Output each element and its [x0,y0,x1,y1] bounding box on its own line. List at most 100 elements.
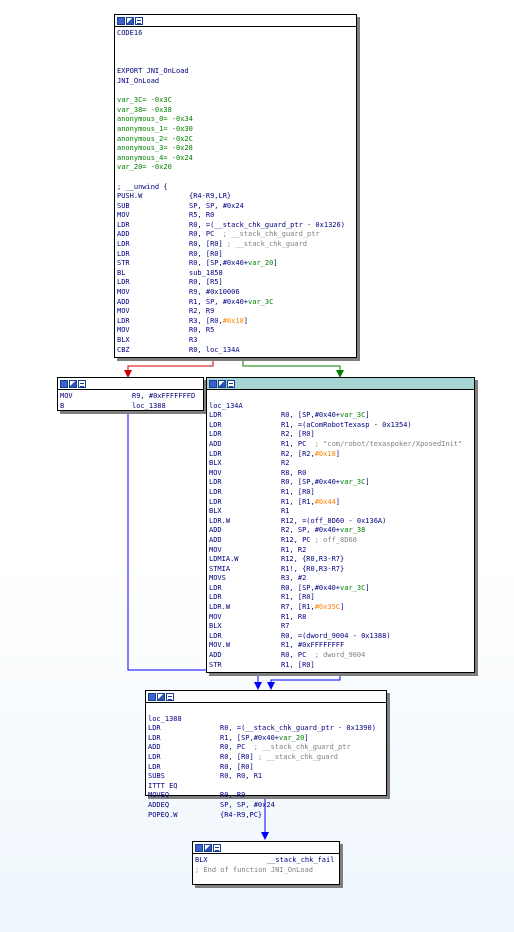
code-line[interactable]: LDR R0, [SP,#0x40+var_3C] [209,478,472,488]
graph-view-icon[interactable] [148,692,156,701]
code-line[interactable]: LDR R0, =(__stack_chk_guard_ptr - 0x1390) [148,724,384,734]
block-titlebar[interactable] [193,842,339,854]
stack-var-ref[interactable]: var_3C [340,411,365,419]
block-titlebar[interactable] [207,378,474,390]
block-loc-1388[interactable]: loc_1388 LDR R0, =(__stack_chk_guard_ptr -… [145,690,387,819]
block-titlebar[interactable] [146,691,386,703]
code-line[interactable]: ADD R1, PC ; "com/robot/texaspoker/Xposed… [209,440,472,450]
code-line[interactable]: anonymous_4= -0x24 [117,154,354,164]
code-line[interactable]: anonymous_1= -0x30 [117,125,354,135]
code-line[interactable]: MOV R9, #0xFFFFFFFD [60,392,201,402]
edit-icon[interactable] [126,16,134,25]
code-line[interactable]: LDR R1, [R0] [209,488,472,498]
code-line[interactable]: ; End of function JNI_OnLoad [195,866,337,876]
code-line[interactable]: MOV R1, R8 [209,613,472,623]
immediate-value[interactable]: #0x35C [315,603,340,611]
code-line[interactable]: ITTT EQ [148,782,384,792]
edit-icon[interactable] [218,379,226,388]
graph-view-icon[interactable] [209,379,217,388]
immediate-value[interactable]: #0x44 [315,498,336,506]
code-line[interactable]: SUB SP, SP, #0x24 [117,202,354,212]
code-line[interactable]: STR R0, [SP,#0x40+var_20] [117,259,354,269]
code-line[interactable] [117,48,354,58]
code-line[interactable] [148,705,384,715]
code-line[interactable]: MOV R5, R0 [117,211,354,221]
code-line[interactable]: anonymous_3= -0x28 [117,144,354,154]
comment-icon[interactable] [213,843,221,852]
code-line[interactable]: LDR.W R7, [R1,#0x35C] [209,603,472,613]
code-line[interactable]: ADD R12, PC ; off_8D60 [209,536,472,546]
code-line[interactable] [117,58,354,68]
code-line[interactable]: LDR R0, [R0] [117,250,354,260]
code-line[interactable]: Bloc_1388 [60,402,201,412]
code-line[interactable]: MOV.W R1, #0xFFFFFFFF [209,641,472,651]
code-line[interactable]: ; __unwind { [117,183,354,193]
code-line[interactable]: MOV R2, R9 [117,307,354,317]
code-line[interactable]: BLX R3 [117,336,354,346]
code-line[interactable]: MOV R9, #0x10006 [117,288,354,298]
comment-icon[interactable] [166,692,174,701]
code-line[interactable]: LDR R0, [R0] [148,763,384,773]
code-line[interactable]: ADD R0, PC ; __stack_chk_guard_ptr [117,230,354,240]
code-line[interactable]: MOV R0, R5 [117,326,354,336]
code-line[interactable]: SUBS R0, R0, R1 [148,772,384,782]
code-line[interactable]: LDR R2, [R0] [209,430,472,440]
code-line[interactable]: CODE16 [117,29,354,39]
code-line[interactable]: BLX R7 [209,622,472,632]
edit-icon[interactable] [157,692,165,701]
comment-icon[interactable] [135,16,143,25]
stack-var-ref[interactable]: var_3C [248,298,273,306]
code-line[interactable]: anonymous_2= -0x2C [117,135,354,145]
code-line[interactable] [117,39,354,49]
stack-var-ref[interactable]: var_20 [248,259,273,267]
edit-icon[interactable] [204,843,212,852]
code-line[interactable]: loc_134A [209,402,472,412]
code-line[interactable]: var_38= -0x38 [117,106,354,116]
code-line[interactable]: LDR R0, =(dword_9004 - 0x1388) [209,632,472,642]
graph-view-icon[interactable] [60,379,68,388]
code-line[interactable] [117,173,354,183]
code-line[interactable]: LDR R3, [R0,#0x18] [117,317,354,327]
code-line[interactable]: PUSH.W {R4-R9,LR} [117,192,354,202]
code-line[interactable]: LDR.W R12, =(off_8D60 - 0x136A) [209,517,472,527]
code-line[interactable]: LDR R0, [R0] ; __stack_chk_guard [117,240,354,250]
code-line[interactable]: BLX R2 [209,459,472,469]
stack-var-ref[interactable]: var_20 [279,734,304,742]
block-fail-path[interactable]: MOV R9, #0xFFFFFFFD Bloc_1388 [57,377,204,411]
code-line[interactable]: CBZ R0, loc_134A [117,346,354,356]
block-loc-134a[interactable]: loc_134A LDR R0, [SP,#0x40+var_3C] LDR R1, =… [206,377,475,673]
code-line[interactable]: MOV R8, R0 [209,469,472,479]
code-line[interactable]: ADDEQ SP, SP, #0x24 [148,801,384,811]
immediate-value[interactable]: #0x18 [223,317,244,325]
code-line[interactable]: MOVS R3, #2 [209,574,472,584]
graph-view-icon[interactable] [195,843,203,852]
code-line[interactable]: MOV R1, R2 [209,546,472,556]
code-line[interactable]: loc_1388 [148,715,384,725]
code-line[interactable]: var_20= -0x20 [117,163,354,173]
edit-icon[interactable] [69,379,77,388]
code-line[interactable]: JNI_OnLoad [117,77,354,87]
code-line[interactable]: STMIA R1!, {R0,R3-R7} [209,565,472,575]
comment-icon[interactable] [78,379,86,388]
code-line[interactable]: ADD R1, SP, #0x40+var_3C [117,298,354,308]
code-line[interactable]: LDR R1, [R1,#0x44] [209,498,472,508]
code-line[interactable]: LDR R0, [R5] [117,278,354,288]
immediate-value[interactable]: #0x18 [315,450,336,458]
code-line[interactable]: ADD R2, SP, #0x40+var_38 [209,526,472,536]
code-line[interactable]: LDMIA.W R12, {R0,R3-R7} [209,555,472,565]
code-line[interactable]: BL sub_1858 [117,269,354,279]
comment-icon[interactable] [227,379,235,388]
block-entry[interactable]: CODE16 EXPORT JNI_OnLoad JNI_OnLoad var_3C=… [114,14,357,358]
block-titlebar[interactable] [58,378,203,390]
code-line[interactable]: LDR R1, =(aComRobotTexasp - 0x1354) [209,421,472,431]
code-line[interactable]: var_3C= -0x3C [117,96,354,106]
code-line[interactable]: BLX R1 [209,507,472,517]
block-stack-chk-fail[interactable]: BLX __stack_chk_fail; End of function JNI… [192,841,340,885]
stack-var-ref[interactable]: var_3C [340,478,365,486]
code-line[interactable]: ADD R0, PC ; __stack_chk_guard_ptr [148,743,384,753]
code-line[interactable]: LDR R0, =(__stack_chk_guard_ptr - 0x1326) [117,221,354,231]
graph-view-icon[interactable] [117,16,125,25]
code-line[interactable]: LDR R0, [R0] ; __stack_chk_guard [148,753,384,763]
stack-var-ref[interactable]: var_38 [340,526,365,534]
code-line[interactable]: LDR R0, [SP,#0x40+var_3C] [209,584,472,594]
